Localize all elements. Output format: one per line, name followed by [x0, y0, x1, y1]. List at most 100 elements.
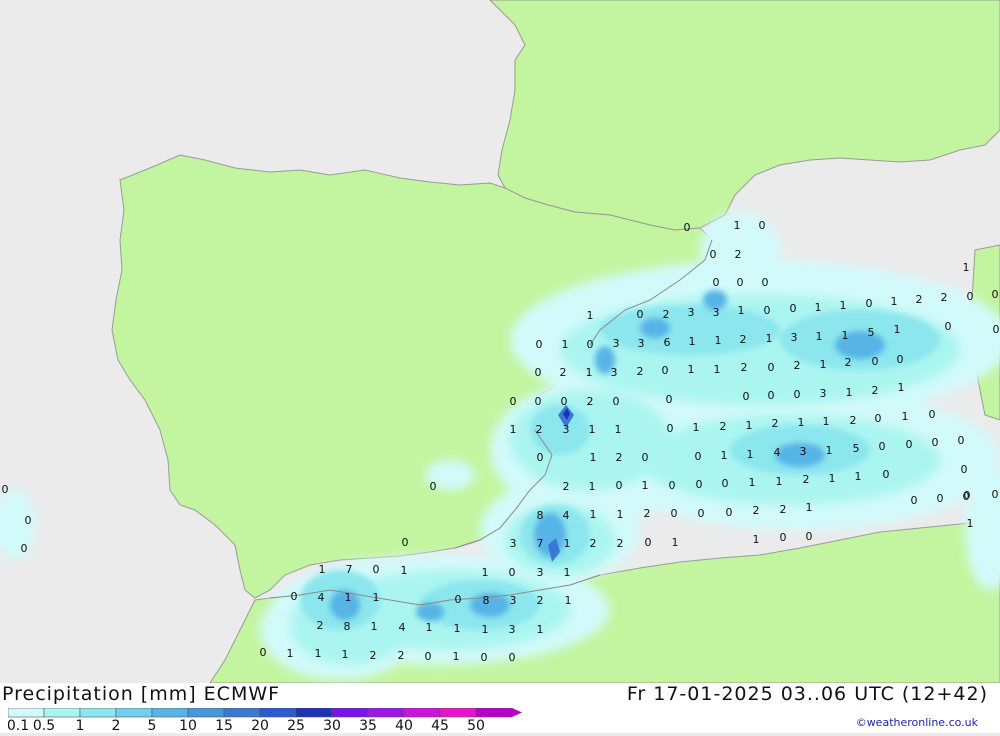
precip-value: 0 — [684, 221, 691, 234]
precip-value: 0 — [737, 276, 744, 289]
precip-value: 1 — [738, 304, 745, 317]
precip-value: 2 — [536, 423, 543, 436]
precip-value: 2 — [772, 417, 779, 430]
precip-value: 1 — [564, 566, 571, 579]
precip-value: 4 — [774, 446, 781, 459]
precip-value: 0 — [992, 288, 999, 301]
precip-value: 1 — [287, 647, 294, 660]
precip-value: 1 — [963, 261, 970, 274]
precip-value: 2 — [644, 507, 651, 520]
legend-swatch — [367, 707, 405, 718]
precip-value: 3 — [563, 423, 570, 436]
precip-value: 2 — [850, 414, 857, 427]
precip-value: 0 — [897, 353, 904, 366]
precip-value: 1 — [820, 358, 827, 371]
precip-value: 0 — [613, 395, 620, 408]
legend-label: 2 — [112, 718, 121, 732]
precip-value: 4 — [399, 621, 406, 634]
precip-value: 0 — [794, 388, 801, 401]
precip-value: 2 — [590, 537, 597, 550]
precip-value: 1 — [345, 591, 352, 604]
precip-value: 0 — [883, 468, 890, 481]
precip-value: 0 — [963, 490, 970, 503]
precip-value: 0 — [937, 492, 944, 505]
precip-value: 5 — [868, 326, 875, 339]
precip-value: 1 — [453, 650, 460, 663]
precip-value: 1 — [902, 410, 909, 423]
precip-value: 1 — [590, 508, 597, 521]
precip-value: 0 — [373, 563, 380, 576]
precip-value: 1 — [816, 330, 823, 343]
precip-value: 0 — [945, 320, 952, 333]
precip-value: 3 — [613, 337, 620, 350]
precip-value: 1 — [562, 338, 569, 351]
legend-label: 15 — [215, 718, 233, 732]
precip-value: 2 — [616, 451, 623, 464]
legend-arrow — [512, 708, 522, 717]
precip-value: 0 — [993, 323, 1000, 336]
precip-value: 1 — [672, 536, 679, 549]
precip-value: 0 — [932, 436, 939, 449]
precip-value: 3 — [713, 306, 720, 319]
precip-value: 1 — [373, 591, 380, 604]
legend-label: 0.1 — [8, 718, 29, 732]
precip-value: 4 — [318, 591, 325, 604]
precip-value: 3 — [820, 387, 827, 400]
precip-value: 2 — [753, 504, 760, 517]
legend-label: 10 — [179, 718, 197, 732]
precip-value: 2 — [872, 384, 879, 397]
precip-value: 1 — [826, 444, 833, 457]
precip-value: 1 — [510, 423, 517, 436]
legend-swatch — [475, 707, 513, 718]
precip-value: 0 — [587, 338, 594, 351]
precip-value: 2 — [398, 649, 405, 662]
precip-value: 1 — [537, 623, 544, 636]
precip-value: 1 — [846, 386, 853, 399]
precip-value: 1 — [715, 334, 722, 347]
precip-value: 1 — [688, 363, 695, 376]
precip-value: 0 — [645, 536, 652, 549]
precip-value: 1 — [589, 480, 596, 493]
precip-value: 0 — [967, 290, 974, 303]
precip-value: 0 — [481, 651, 488, 664]
precip-value: 0 — [759, 219, 766, 232]
footer-bar: Precipitation [mm] ECMWF Fr 17-01-2025 0… — [0, 683, 1000, 734]
precip-value: 0 — [509, 566, 516, 579]
precip-value: 0 — [698, 507, 705, 520]
precip-value: 1 — [401, 564, 408, 577]
precip-value: 1 — [753, 533, 760, 546]
legend-label: 35 — [359, 718, 377, 732]
precip-value: 0 — [911, 494, 918, 507]
precip-value: 1 — [714, 363, 721, 376]
precip-value: 0 — [637, 308, 644, 321]
legend-label: 25 — [287, 718, 305, 732]
precip-value: 1 — [693, 421, 700, 434]
precip-value: 2 — [845, 356, 852, 369]
precip-value: 0 — [537, 451, 544, 464]
legend-label: 50 — [467, 718, 485, 732]
precip-value: 1 — [894, 323, 901, 336]
precip-value: 0 — [671, 507, 678, 520]
precip-value: 0 — [710, 248, 717, 261]
precip-value: 1 — [798, 416, 805, 429]
precip-value: 1 — [371, 620, 378, 633]
precip-value: 3 — [611, 366, 618, 379]
legend-label: 5 — [148, 718, 157, 732]
precip-value: 1 — [829, 472, 836, 485]
precip-value: 4 — [563, 509, 570, 522]
precip-value: 1 — [426, 621, 433, 634]
credit-link[interactable]: ©weatheronline.co.uk — [856, 716, 978, 729]
precip-value: 1 — [815, 301, 822, 314]
precip-value: 0 — [806, 530, 813, 543]
legend-swatch — [439, 707, 477, 718]
precip-value: 3 — [537, 566, 544, 579]
legend-swatch — [403, 707, 441, 718]
precip-value: 2 — [780, 503, 787, 516]
precip-value: 0 — [790, 302, 797, 315]
precip-value: 0 — [425, 650, 432, 663]
precip-value: 1 — [454, 622, 461, 635]
precip-value: 8 — [483, 594, 490, 607]
precip-value: 0 — [929, 408, 936, 421]
precip-value: 1 — [840, 299, 847, 312]
precip-value: 0 — [561, 395, 568, 408]
